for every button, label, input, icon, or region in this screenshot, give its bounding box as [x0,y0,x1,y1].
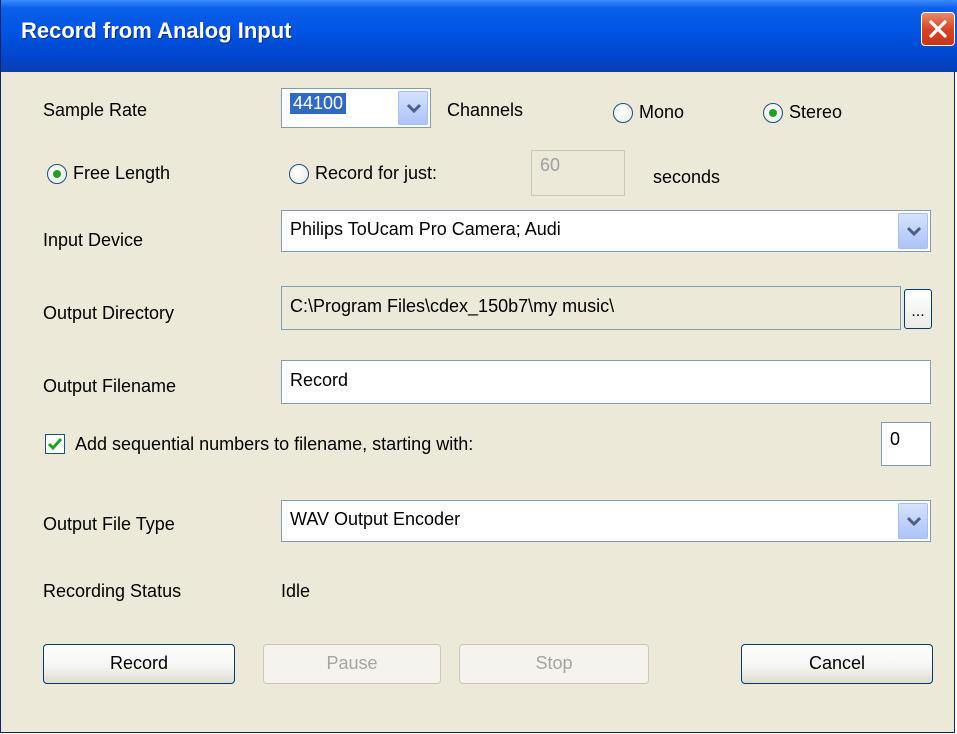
input-device-value: Philips ToUcam Pro Camera; Audi [290,219,561,239]
stereo-radio[interactable] [763,103,783,123]
close-button[interactable] [921,12,955,46]
sequential-label[interactable]: Add sequential numbers to filename, star… [75,434,473,455]
chevron-down-icon [907,226,921,236]
mono-radio[interactable] [613,103,633,123]
title-bar[interactable]: Record from Analog Input [1,0,957,72]
sample-rate-label: Sample Rate [43,100,148,120]
record-for-radio[interactable] [289,164,309,184]
recording-status-value: Idle [281,581,311,601]
seconds-input[interactable]: 60 [531,150,625,196]
record-for-label[interactable]: Record for just: [315,163,437,184]
free-length-label[interactable]: Free Length [73,163,170,184]
output-directory-label: Output Directory [43,303,175,323]
free-length-radio[interactable] [47,164,67,184]
close-icon [929,20,947,38]
sample-rate-select[interactable]: 44100 [281,88,431,128]
sequential-checkbox[interactable] [45,434,65,454]
stereo-label[interactable]: Stereo [789,102,842,123]
pause-button[interactable]: Pause [263,644,441,684]
channels-label: Channels [447,100,524,120]
seconds-label: seconds [653,167,721,187]
dialog-window: Record from Analog Input Sample Rate 441… [0,0,957,733]
input-device-dropdown-button[interactable] [898,213,928,249]
input-device-select[interactable]: Philips ToUcam Pro Camera; Audi [281,210,931,252]
window-title: Record from Analog Input [21,18,292,43]
cancel-button[interactable]: Cancel [741,644,933,684]
chevron-down-icon [907,516,921,526]
radio-selected-dot [769,109,777,117]
stop-button[interactable]: Stop [459,644,649,684]
output-directory-field[interactable]: C:\Program Files\cdex_150b7\my music\ [281,286,901,330]
radio-selected-dot [53,170,61,178]
mono-label[interactable]: Mono [639,102,684,123]
chevron-down-icon [407,103,421,113]
checkmark-icon [47,438,63,451]
sequential-start-input[interactable]: 0 [881,422,931,466]
output-filename-label: Output Filename [43,376,177,396]
browse-button[interactable]: ... [904,289,932,329]
output-file-type-dropdown-button[interactable] [898,503,928,539]
output-filename-input[interactable]: Record [281,360,931,404]
recording-status-label: Recording Status [43,581,182,601]
output-file-type-value: WAV Output Encoder [290,509,461,529]
record-button[interactable]: Record [43,644,235,684]
input-device-label: Input Device [43,230,144,250]
output-file-type-select[interactable]: WAV Output Encoder [281,500,931,542]
output-file-type-label: Output File Type [43,514,175,534]
sample-rate-dropdown-button[interactable] [398,91,428,125]
sample-rate-value: 44100 [290,93,347,114]
